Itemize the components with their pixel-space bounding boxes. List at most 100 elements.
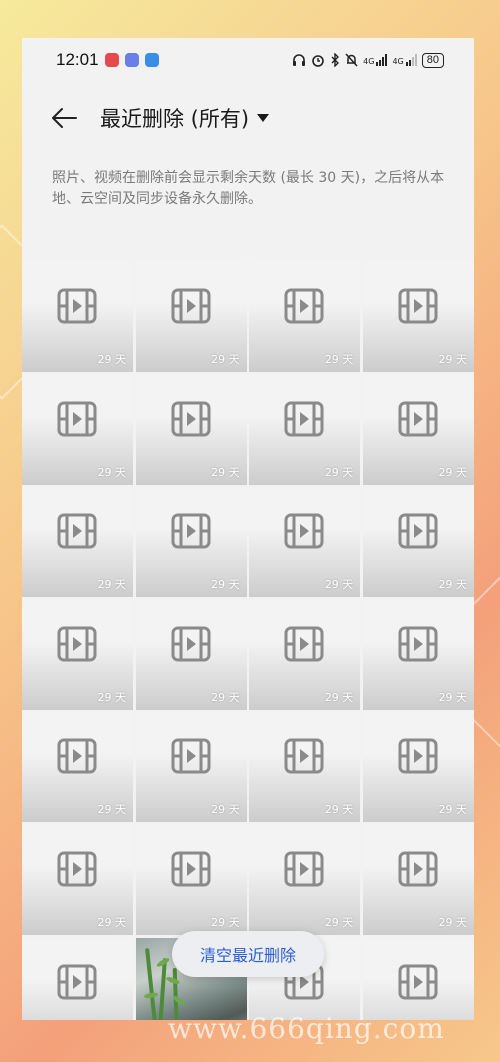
video-icon — [57, 851, 97, 887]
video-icon — [284, 626, 324, 662]
header: 最近删除 (所有) — [22, 96, 474, 140]
video-icon — [57, 401, 97, 437]
days-remaining-label: 29 天 — [211, 690, 240, 704]
days-remaining-label: 29 天 — [438, 465, 467, 479]
video-icon — [398, 513, 438, 549]
video-thumbnail[interactable]: 29 天 — [362, 262, 474, 372]
video-icon — [171, 851, 211, 887]
days-remaining-label: 29 天 — [438, 690, 467, 704]
phone-screen: 12:01 4G 4G 80 最近删除 (所有) 照片、视频在删除前会显示剩余天… — [22, 38, 474, 1020]
status-time: 12:01 — [56, 50, 99, 69]
plant-leaf — [165, 975, 181, 985]
empty-recently-deleted-button[interactable]: 清空最近删除 — [172, 931, 324, 977]
video-thumbnail[interactable]: 29 天 — [135, 374, 247, 485]
plant-leaf — [143, 991, 158, 999]
signal-icon: 4G — [392, 54, 417, 66]
headphones-icon — [293, 54, 306, 66]
video-thumbnail[interactable]: 29 天 — [22, 712, 133, 823]
video-icon — [57, 513, 97, 549]
video-thumbnail[interactable]: 29 天 — [22, 487, 133, 598]
video-thumbnail[interactable]: 29 天 — [362, 599, 474, 710]
status-bar: 12:01 4G 4G 80 — [22, 38, 474, 82]
video-icon — [57, 288, 97, 324]
signal-label: 4G — [392, 57, 404, 66]
video-thumbnail[interactable]: 29 天 — [362, 374, 474, 485]
days-remaining-label: 29 天 — [211, 803, 240, 817]
alarm-icon — [312, 55, 324, 67]
days-remaining-label: 29 天 — [438, 353, 467, 366]
signal-label: 4G — [363, 57, 375, 66]
video-icon — [398, 964, 438, 1000]
days-remaining-label: 29 天 — [324, 578, 354, 592]
video-icon — [171, 513, 211, 549]
video-icon — [171, 288, 211, 324]
video-thumbnail[interactable]: 29 天 — [22, 262, 133, 372]
media-grid: 29 天 29 天 29 天 29 天 29 天 29 天 29 天 29 天 29 天 29 天… — [22, 262, 474, 1020]
video-thumbnail[interactable]: 29 天 — [362, 712, 474, 823]
app-blue-icon — [124, 53, 139, 67]
video-thumbnail[interactable]: 29 天 — [362, 937, 474, 1020]
video-thumbnail[interactable]: 29 天 — [135, 262, 247, 372]
days-remaining-label: 29 天 — [97, 353, 127, 366]
video-thumbnail[interactable]: 29 天 — [362, 487, 474, 598]
video-icon — [284, 288, 324, 324]
album-filter-dropdown[interactable]: 最近删除 (所有) — [100, 103, 270, 133]
video-thumbnail[interactable]: 29 天 — [22, 374, 133, 485]
watermark: www.666qing.com — [168, 1012, 445, 1045]
video-icon — [57, 738, 97, 774]
days-remaining-label: 29 天 — [324, 353, 354, 366]
video-icon — [284, 738, 324, 774]
video-thumbnail[interactable]: 29 天 — [362, 824, 474, 935]
video-icon — [398, 401, 438, 437]
back-arrow-icon[interactable] — [50, 106, 78, 130]
video-thumbnail[interactable]: 29 天 — [135, 599, 247, 710]
video-thumbnail[interactable]: 29 天 — [135, 824, 247, 935]
video-thumbnail[interactable]: 29 天 — [249, 712, 361, 823]
days-remaining-label: 29 天 — [97, 465, 127, 479]
app-plane-icon — [144, 53, 159, 67]
video-icon — [398, 851, 438, 887]
days-remaining-label: 29 天 — [211, 353, 240, 366]
days-remaining-label: 29 天 — [211, 915, 240, 929]
video-icon — [171, 401, 211, 437]
video-thumbnail[interactable]: 29 天 — [22, 824, 133, 935]
days-remaining-label: 29 天 — [97, 690, 127, 704]
video-icon — [57, 964, 97, 1000]
days-remaining-label: 29 天 — [211, 465, 240, 479]
video-icon — [398, 738, 438, 774]
caret-down-icon — [257, 114, 270, 122]
signal-icon: 4G — [363, 54, 388, 66]
video-thumbnail[interactable]: 29 天 — [249, 824, 361, 935]
video-icon — [171, 738, 211, 774]
bluetooth-icon — [331, 53, 340, 67]
days-remaining-label: 29 天 — [438, 803, 467, 817]
days-remaining-label: 29 天 — [97, 578, 127, 592]
video-icon — [398, 288, 438, 324]
video-thumbnail[interactable]: 29 天 — [135, 712, 247, 823]
days-remaining-label: 29 天 — [97, 803, 127, 817]
video-thumbnail[interactable]: 29 天 — [22, 937, 133, 1020]
video-icon — [171, 626, 211, 662]
plant-stem — [144, 947, 159, 1020]
video-icon — [57, 626, 97, 662]
video-icon — [398, 626, 438, 662]
video-icon — [284, 401, 324, 437]
video-thumbnail[interactable]: 29 天 — [249, 262, 361, 372]
days-remaining-label: 29 天 — [324, 465, 354, 479]
video-thumbnail[interactable]: 29 天 — [249, 374, 361, 485]
page-title: 最近删除 (所有) — [100, 107, 250, 131]
video-thumbnail[interactable]: 29 天 — [135, 487, 247, 598]
days-remaining-label: 29 天 — [324, 803, 354, 817]
days-remaining-label: 29 天 — [211, 578, 240, 592]
mute-icon — [345, 53, 358, 67]
video-thumbnail[interactable]: 29 天 — [249, 599, 361, 710]
days-remaining-label: 29 天 — [438, 578, 467, 592]
days-remaining-label: 29 天 — [324, 915, 354, 929]
retention-description: 照片、视频在删除前会显示剩余天数 (最长 30 天)，之后将从本地、云空间及同步… — [52, 170, 445, 207]
days-remaining-label: 29 天 — [438, 915, 467, 929]
days-remaining-label: 29 天 — [97, 915, 127, 929]
video-icon — [284, 851, 324, 887]
video-thumbnail[interactable]: 29 天 — [249, 487, 361, 598]
days-remaining-label: 29 天 — [324, 690, 354, 704]
video-thumbnail[interactable]: 29 天 — [22, 599, 133, 710]
